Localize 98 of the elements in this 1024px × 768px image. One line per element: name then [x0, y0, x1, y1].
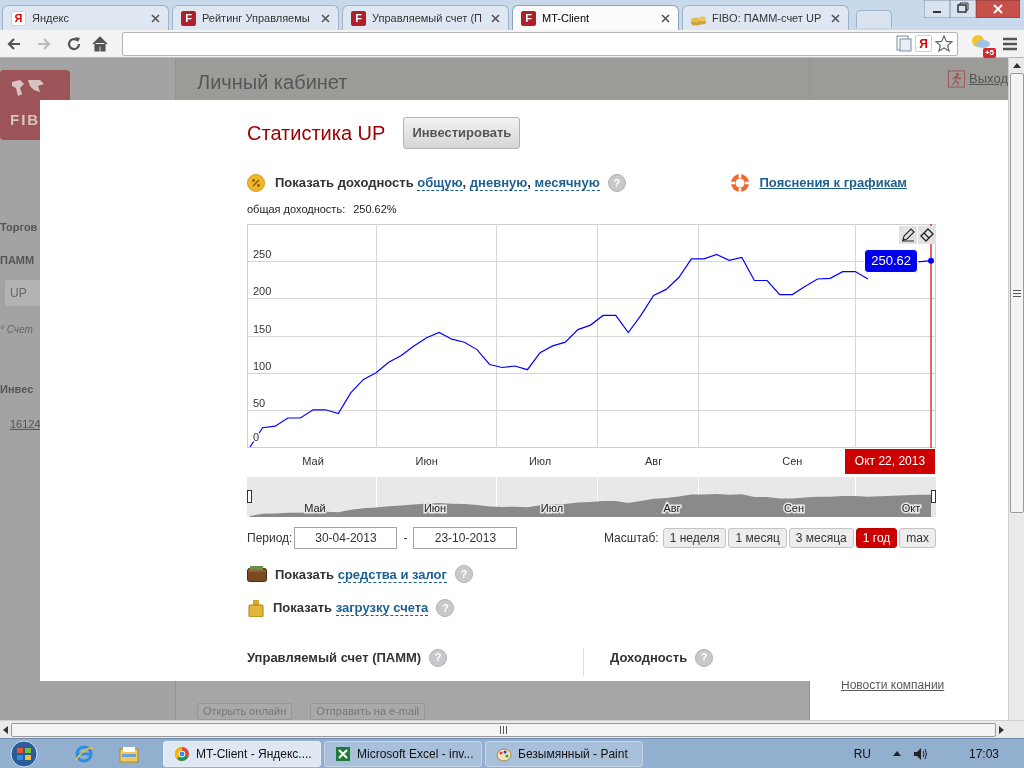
y-tick-label: 150	[253, 322, 272, 334]
date-tag: Окт 22, 2013	[845, 448, 935, 474]
weather-widget[interactable]: +5	[970, 32, 993, 55]
vertical-scrollbar[interactable]	[1008, 58, 1024, 720]
weight-icon	[247, 598, 265, 617]
yield-sentence: Показать доходность общую, дневную, месячную	[275, 174, 600, 193]
spreadsheet-icon	[335, 745, 351, 762]
show-option-text: Показать средства и залог	[275, 565, 447, 584]
wallet-icon	[247, 565, 267, 584]
date-separator: -	[403, 529, 408, 547]
value-tooltip: 250.62	[864, 248, 918, 273]
section-title: Управляемый счет (ПАММ)	[247, 648, 422, 667]
letter-icon: F	[181, 10, 196, 26]
scroll-up-icon[interactable]	[1012, 63, 1021, 68]
period-label: Период:	[247, 529, 293, 547]
show-option-link[interactable]: средства и залог	[337, 566, 447, 583]
explain-link[interactable]: Пояснения к графикам	[759, 173, 907, 193]
sidebar-heading: Торгов	[0, 220, 38, 235]
scroll-right-icon[interactable]	[999, 725, 1004, 734]
taskbar-button[interactable]: Microsoft Excel - inv...	[324, 740, 482, 767]
close-icon[interactable]	[321, 13, 330, 23]
page-title: Личный кабинет	[197, 70, 348, 95]
sun-cloud-icon	[970, 32, 991, 49]
star-icon[interactable]	[935, 35, 954, 52]
scrollbar-thumb[interactable]	[1009, 73, 1024, 513]
letter-icon: Я	[11, 10, 26, 26]
address-field[interactable]: Я	[121, 31, 959, 56]
scale-label: Масштаб:	[603, 529, 659, 547]
navigator-label: Окт	[901, 501, 921, 514]
letter-icon: F	[521, 10, 536, 26]
yield-link[interactable]: месячную	[534, 175, 600, 192]
restore-icon[interactable]	[950, 0, 976, 18]
close-icon[interactable]	[831, 13, 840, 23]
letter-icon: F	[351, 10, 366, 26]
letter-icon[interactable]: Я	[915, 35, 933, 52]
x-tick-label: Авг	[645, 454, 663, 467]
total-yield-label: общая доходность:	[247, 202, 346, 217]
range-handle[interactable]	[247, 489, 252, 503]
x-tick-label: Июн	[415, 454, 438, 467]
scale-button[interactable]: 3 месяца	[788, 527, 854, 548]
close-icon[interactable]	[491, 13, 500, 23]
range-handle[interactable]	[931, 489, 936, 503]
palette-icon	[496, 745, 512, 762]
sidebar-note: ° Счет	[0, 323, 33, 337]
invest-button[interactable]: Инвестировать	[403, 117, 521, 149]
navigator-label: Июн	[423, 501, 447, 514]
browser-tab[interactable]: Я Яндекс	[2, 5, 169, 30]
taskbar-button[interactable]: Безымянный - Paint	[485, 740, 643, 767]
navigator-label: Май	[304, 501, 326, 514]
minimize-icon[interactable]	[924, 0, 950, 18]
x-tick-label: Июл	[528, 454, 552, 467]
close-icon[interactable]	[976, 0, 1020, 18]
temperature-badge: +5	[982, 47, 997, 58]
y-tick-label: 100	[253, 359, 272, 371]
world-map-icon	[10, 78, 46, 98]
percent-coin-icon	[247, 174, 265, 192]
tray-arrow-icon[interactable]	[892, 750, 901, 757]
scale-button[interactable]: 1 месяц	[728, 527, 787, 548]
total-yield-value: 250.62%	[353, 202, 397, 217]
menu-icon[interactable]	[1002, 35, 1018, 52]
y-tick-label: 50	[253, 396, 266, 408]
data-point	[928, 257, 934, 264]
yield-link[interactable]: общую	[417, 175, 463, 192]
lifebuoy-icon	[729, 173, 750, 193]
show-option-link[interactable]: загрузку счета	[335, 600, 429, 616]
sidebar-heading: ПАММ	[0, 252, 35, 268]
browser-icon	[174, 745, 190, 762]
show-option-text: Показать загрузку счета	[273, 599, 429, 618]
browser-tab[interactable]: F Управляемый счет (П	[342, 5, 509, 30]
y-tick-label: 200	[253, 284, 272, 296]
date-field[interactable]: 23-10-2013	[413, 526, 518, 549]
x-tick-label: Май	[302, 454, 324, 467]
navigator-label: Июл	[540, 501, 564, 514]
browser-tab[interactable]: FIBO: ПАММ-счет UP	[682, 5, 849, 30]
navigator-label: Сен	[783, 501, 805, 514]
browser-tab[interactable]: F MT-Client	[512, 5, 679, 30]
close-icon[interactable]	[151, 13, 160, 23]
logo-text: FIB	[10, 112, 41, 127]
close-icon[interactable]	[661, 13, 670, 23]
y-tick-label: 250	[253, 247, 272, 259]
home-icon[interactable]	[91, 35, 108, 52]
sidebar-heading: Инвес	[0, 382, 34, 397]
taskbar-button[interactable]: MT-Client - Яндекс....	[163, 740, 321, 767]
reload-icon[interactable]	[65, 35, 82, 52]
clock[interactable]: 17:03	[968, 744, 999, 763]
section-title: Доходность	[610, 648, 688, 667]
horizontal-scrollbar[interactable]	[0, 720, 1024, 738]
dialog-title: Статистика UP	[247, 121, 386, 146]
scale-button[interactable]: 1 неделя	[662, 527, 727, 548]
scale-button[interactable]: 1 год	[855, 527, 898, 548]
scale-button[interactable]: max	[899, 527, 936, 548]
language-indicator[interactable]: RU	[853, 744, 871, 763]
x-tick-label: Сен	[782, 454, 803, 467]
scrollbar-thumb[interactable]	[11, 722, 996, 737]
navigator-label: Авг	[663, 501, 681, 514]
date-field[interactable]: 30-04-2013	[294, 526, 398, 549]
scroll-left-icon[interactable]	[3, 725, 8, 734]
browser-tab[interactable]: F Рейтинг Управляемы	[172, 5, 339, 30]
